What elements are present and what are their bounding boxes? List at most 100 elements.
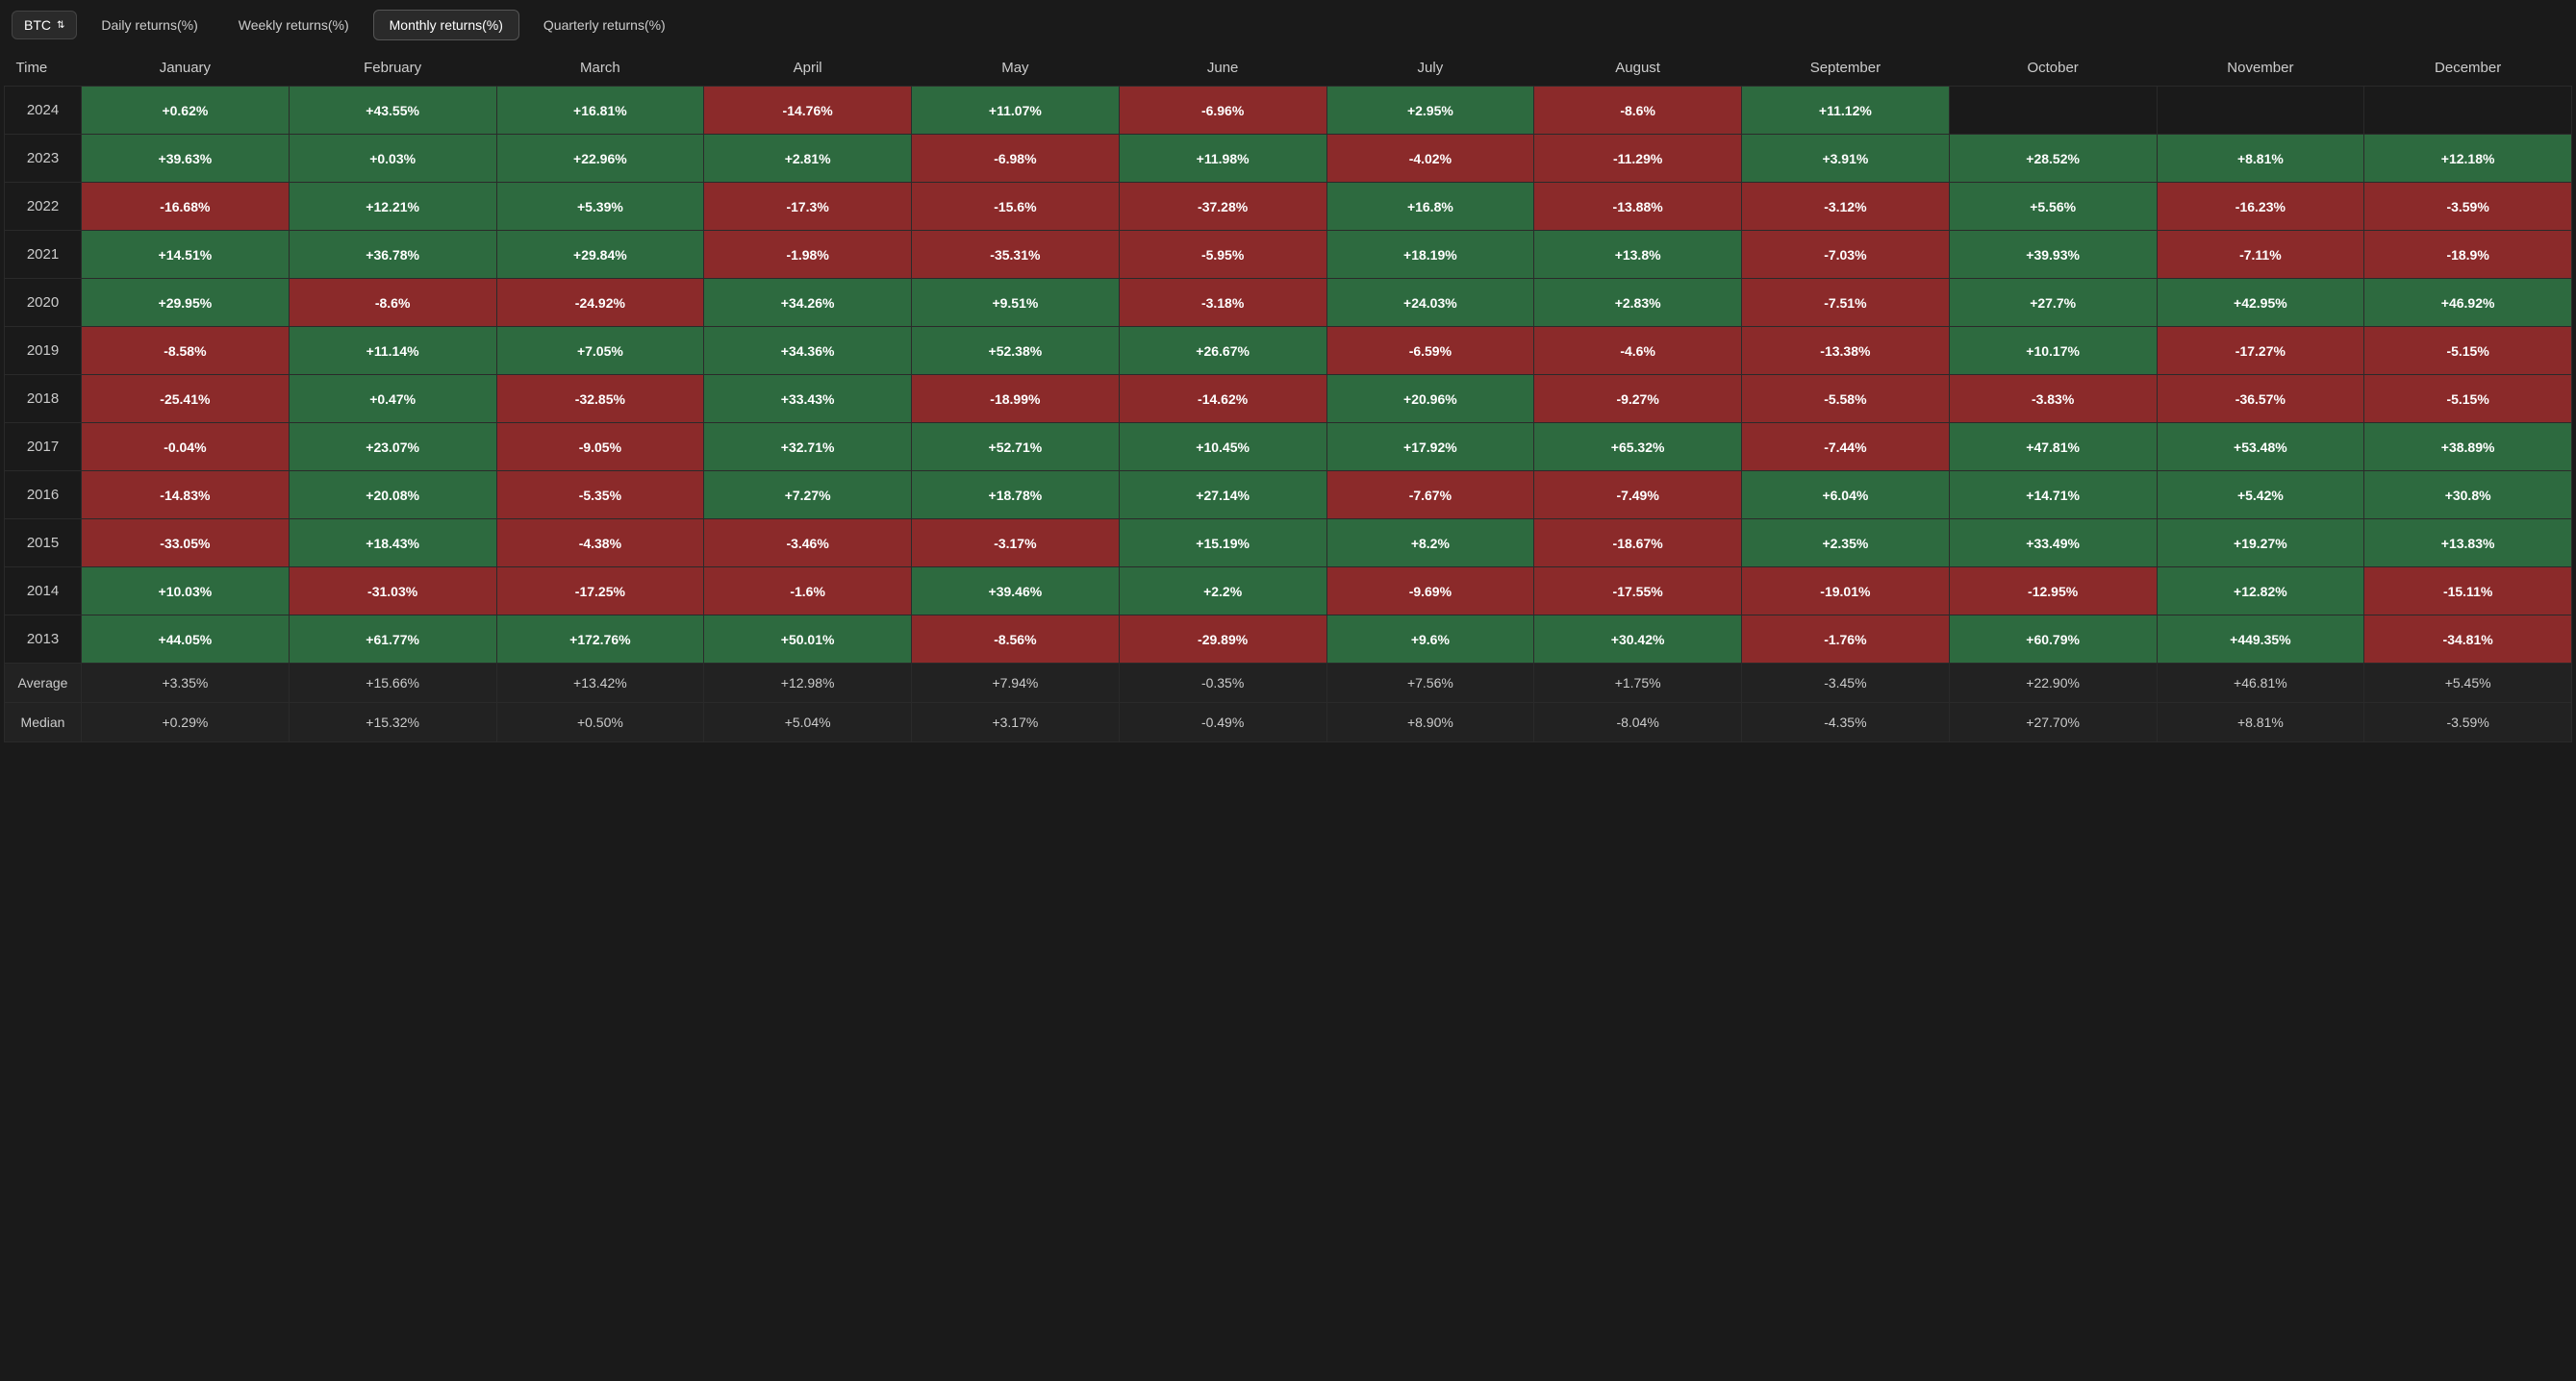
table-row: 2019-8.58%+11.14%+7.05%+34.36%+52.38%+26… <box>5 327 2572 375</box>
value-cell: -18.9% <box>2364 231 2572 279</box>
table-row: 2022-16.68%+12.21%+5.39%-17.3%-15.6%-37.… <box>5 183 2572 231</box>
value-cell: +2.35% <box>1742 519 1950 567</box>
value-cell: -3.18% <box>1119 279 1326 327</box>
median-label: Median <box>5 703 82 742</box>
value-cell: -1.76% <box>1742 615 1950 664</box>
value-cell: -7.51% <box>1742 279 1950 327</box>
value-cell: -13.38% <box>1742 327 1950 375</box>
asset-selector[interactable]: BTC ⇅ <box>12 11 77 39</box>
value-cell <box>1949 87 2157 135</box>
value-cell <box>2157 87 2364 135</box>
value-cell: -11.29% <box>1534 135 1742 183</box>
value-cell: +0.47% <box>289 375 496 423</box>
value-cell: -5.15% <box>2364 375 2572 423</box>
value-cell: +11.12% <box>1742 87 1950 135</box>
value-cell: +18.43% <box>289 519 496 567</box>
value-cell: -17.3% <box>704 183 912 231</box>
year-cell: 2022 <box>5 183 82 231</box>
median-value-cell: +0.29% <box>82 703 290 742</box>
value-cell: +22.96% <box>496 135 704 183</box>
value-cell: +12.18% <box>2364 135 2572 183</box>
col-may: May <box>912 50 1120 87</box>
value-cell: +6.04% <box>1742 471 1950 519</box>
year-cell: 2015 <box>5 519 82 567</box>
average-value-cell: +7.94% <box>912 664 1120 703</box>
value-cell: -8.6% <box>289 279 496 327</box>
tab-weekly[interactable]: Weekly returns(%) <box>222 10 366 40</box>
tab-quarterly[interactable]: Quarterly returns(%) <box>527 10 682 40</box>
value-cell: +3.91% <box>1742 135 1950 183</box>
value-cell: -6.96% <box>1119 87 1326 135</box>
average-value-cell: +3.35% <box>82 664 290 703</box>
value-cell: -1.6% <box>704 567 912 615</box>
value-cell: +449.35% <box>2157 615 2364 664</box>
year-cell: 2017 <box>5 423 82 471</box>
value-cell: -25.41% <box>82 375 290 423</box>
value-cell: -17.27% <box>2157 327 2364 375</box>
col-nov: November <box>2157 50 2364 87</box>
value-cell: +16.81% <box>496 87 704 135</box>
value-cell: -37.28% <box>1119 183 1326 231</box>
average-value-cell: +7.56% <box>1326 664 1534 703</box>
median-value-cell: -8.04% <box>1534 703 1742 742</box>
col-feb: February <box>289 50 496 87</box>
value-cell: -17.25% <box>496 567 704 615</box>
value-cell: -16.68% <box>82 183 290 231</box>
year-cell: 2019 <box>5 327 82 375</box>
returns-table-wrapper: Time January February March April May Ju… <box>0 50 2576 742</box>
value-cell: -29.89% <box>1119 615 1326 664</box>
value-cell: +61.77% <box>289 615 496 664</box>
table-row: 2015-33.05%+18.43%-4.38%-3.46%-3.17%+15.… <box>5 519 2572 567</box>
value-cell: -16.23% <box>2157 183 2364 231</box>
value-cell: +53.48% <box>2157 423 2364 471</box>
value-cell: +23.07% <box>289 423 496 471</box>
value-cell: -34.81% <box>2364 615 2572 664</box>
average-value-cell: +5.45% <box>2364 664 2572 703</box>
value-cell: -4.6% <box>1534 327 1742 375</box>
value-cell: +15.19% <box>1119 519 1326 567</box>
value-cell: +13.83% <box>2364 519 2572 567</box>
value-cell: +24.03% <box>1326 279 1534 327</box>
year-cell: 2014 <box>5 567 82 615</box>
value-cell: -14.62% <box>1119 375 1326 423</box>
col-time: Time <box>5 50 82 87</box>
table-row: 2018-25.41%+0.47%-32.85%+33.43%-18.99%-1… <box>5 375 2572 423</box>
value-cell: -36.57% <box>2157 375 2364 423</box>
value-cell: -15.6% <box>912 183 1120 231</box>
year-cell: 2013 <box>5 615 82 664</box>
value-cell: +14.51% <box>82 231 290 279</box>
value-cell: -7.44% <box>1742 423 1950 471</box>
average-row: Average+3.35%+15.66%+13.42%+12.98%+7.94%… <box>5 664 2572 703</box>
value-cell: -4.02% <box>1326 135 1534 183</box>
value-cell: +11.98% <box>1119 135 1326 183</box>
value-cell: +36.78% <box>289 231 496 279</box>
year-cell: 2018 <box>5 375 82 423</box>
value-cell: -5.15% <box>2364 327 2572 375</box>
toolbar: BTC ⇅ Daily returns(%) Weekly returns(%)… <box>0 0 2576 50</box>
value-cell: -32.85% <box>496 375 704 423</box>
average-value-cell: +13.42% <box>496 664 704 703</box>
value-cell: +7.05% <box>496 327 704 375</box>
value-cell: -3.17% <box>912 519 1120 567</box>
value-cell: -3.12% <box>1742 183 1950 231</box>
value-cell: +12.82% <box>2157 567 2364 615</box>
value-cell: +42.95% <box>2157 279 2364 327</box>
tab-monthly[interactable]: Monthly returns(%) <box>373 10 519 40</box>
value-cell: +8.2% <box>1326 519 1534 567</box>
value-cell: +39.63% <box>82 135 290 183</box>
value-cell: +52.71% <box>912 423 1120 471</box>
value-cell: +52.38% <box>912 327 1120 375</box>
value-cell: +0.03% <box>289 135 496 183</box>
value-cell: +39.93% <box>1949 231 2157 279</box>
value-cell: -14.76% <box>704 87 912 135</box>
average-label: Average <box>5 664 82 703</box>
col-jun: June <box>1119 50 1326 87</box>
value-cell: +30.42% <box>1534 615 1742 664</box>
table-row: 2021+14.51%+36.78%+29.84%-1.98%-35.31%-5… <box>5 231 2572 279</box>
average-value-cell: +12.98% <box>704 664 912 703</box>
year-cell: 2023 <box>5 135 82 183</box>
value-cell: +32.71% <box>704 423 912 471</box>
value-cell: -9.27% <box>1534 375 1742 423</box>
value-cell: +18.19% <box>1326 231 1534 279</box>
tab-daily[interactable]: Daily returns(%) <box>85 10 214 40</box>
